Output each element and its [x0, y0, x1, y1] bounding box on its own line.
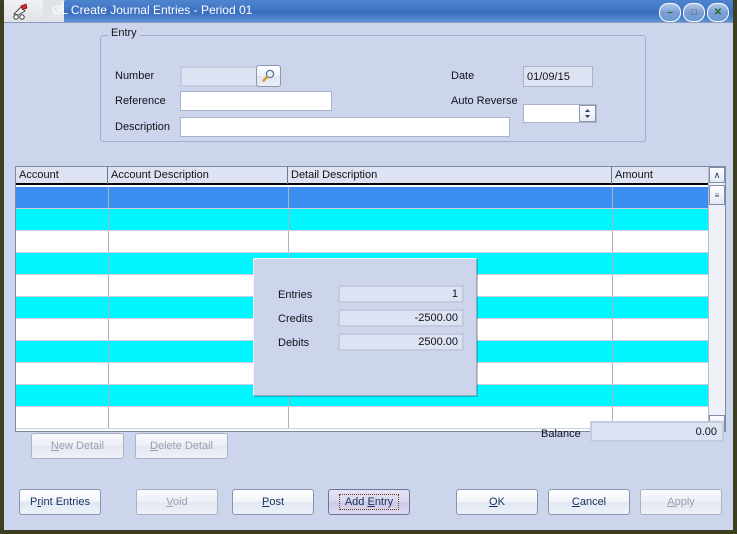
ok-button[interactable]: OK [456, 489, 538, 515]
cancel-label: ancel [579, 496, 607, 508]
debits-value[interactable] [338, 333, 464, 351]
void-label: oid [173, 496, 188, 508]
grid-header-row: Account Account Description Detail Descr… [16, 167, 725, 185]
balance-value[interactable] [590, 421, 724, 442]
cell-divider [612, 297, 613, 318]
date-input[interactable] [523, 66, 593, 87]
add-entry-pre: Add [344, 496, 368, 508]
close-button[interactable]: ✕ [707, 3, 729, 22]
auto-reverse-spinner-icon[interactable] [579, 105, 596, 122]
cell-divider [108, 385, 109, 406]
entries-value[interactable] [338, 285, 464, 303]
reference-input[interactable] [180, 91, 332, 111]
cancel-button[interactable]: Cancel [548, 489, 630, 515]
credits-value[interactable] [338, 309, 464, 327]
cell-divider [108, 275, 109, 296]
column-header-account-description[interactable]: Account Description [108, 167, 288, 184]
apply-button[interactable]: Apply [640, 489, 722, 515]
window-title: GL Create Journal Entries - Period 01 [52, 3, 253, 17]
cell-divider [288, 187, 289, 208]
cell-divider [612, 385, 613, 406]
cell-divider [108, 341, 109, 362]
table-row[interactable] [16, 187, 708, 209]
ok-label: K [497, 496, 505, 508]
cell-divider [108, 187, 109, 208]
description-label: Description [115, 121, 171, 133]
date-label: Date [451, 70, 475, 82]
cell-divider [612, 253, 613, 274]
cell-divider [108, 253, 109, 274]
cell-divider [288, 407, 289, 428]
minimize-button[interactable]: – [659, 3, 681, 22]
cell-divider [612, 319, 613, 340]
void-accel: V [166, 496, 174, 508]
post-label: ost [269, 496, 285, 508]
new-detail-button[interactable]: New Detail [31, 433, 124, 459]
magnifier-icon[interactable] [256, 65, 281, 87]
scrollbar-thumb[interactable]: ≡ [709, 185, 725, 205]
cell-divider [108, 297, 109, 318]
number-label: Number [115, 70, 155, 82]
cell-divider [108, 363, 109, 384]
ok-accel: O [489, 496, 498, 508]
cell-divider [612, 363, 613, 384]
scroll-up-arrow-icon[interactable]: ∧ [709, 167, 725, 183]
add-entry-label: ntry [374, 496, 394, 508]
print-entries-label: int Entries [41, 496, 90, 508]
grid-vertical-scrollbar[interactable]: ∧ ≡ ∨ [708, 167, 725, 431]
credits-label: Credits [278, 313, 313, 325]
entries-label: Entries [278, 289, 313, 301]
description-input[interactable] [180, 117, 510, 137]
delete-detail-label: elete Detail [157, 440, 213, 452]
entry-summary-popup: Entries Credits Debits [253, 258, 477, 396]
table-row[interactable] [16, 209, 708, 231]
maximize-button[interactable]: □ [683, 3, 705, 22]
debits-label: Debits [278, 337, 310, 349]
entry-groupbox-legend: Entry [108, 27, 140, 39]
client-area: Entry Number Reference Description Date … [4, 22, 733, 530]
cell-divider [108, 231, 109, 252]
print-entries-button[interactable]: Print Entries [19, 489, 101, 515]
table-row[interactable] [16, 231, 708, 253]
cell-divider [612, 231, 613, 252]
cell-divider [108, 407, 109, 428]
cell-divider [612, 187, 613, 208]
apply-accel: A [667, 496, 675, 508]
cell-divider [288, 209, 289, 230]
number-input[interactable] [180, 66, 258, 87]
column-header-detail-description[interactable]: Detail Description [288, 167, 612, 184]
delete-detail-accel: D [150, 440, 158, 452]
cell-divider [612, 275, 613, 296]
title-bar[interactable]: GL Create Journal Entries - Period 01 – … [4, 0, 733, 22]
auto-reverse-label: Auto Reverse [451, 95, 518, 107]
apply-label: pply [674, 496, 695, 508]
reference-label: Reference [115, 95, 166, 107]
cell-divider [612, 209, 613, 230]
cell-divider [108, 209, 109, 230]
cell-divider [108, 319, 109, 340]
balance-label: Balance [541, 428, 581, 440]
void-button[interactable]: Void [136, 489, 218, 515]
cell-divider [288, 231, 289, 252]
post-button[interactable]: Post [232, 489, 314, 515]
journal-entries-icon [12, 3, 30, 20]
application-window: GL Create Journal Entries - Period 01 – … [4, 0, 733, 530]
column-header-account[interactable]: Account [16, 167, 108, 184]
screen: GL Create Journal Entries - Period 01 – … [0, 0, 737, 534]
column-header-amount[interactable]: Amount [612, 167, 708, 184]
cancel-accel: C [571, 496, 580, 508]
new-detail-accel: N [50, 440, 59, 452]
add-entry-button[interactable]: Add Entry [328, 489, 410, 515]
window-controls: – □ ✕ [659, 3, 729, 22]
add-entry-accel: E [367, 496, 375, 508]
cell-divider [612, 341, 613, 362]
delete-detail-button[interactable]: Delete Detail [135, 433, 228, 459]
new-detail-label: ew Detail [58, 440, 105, 452]
